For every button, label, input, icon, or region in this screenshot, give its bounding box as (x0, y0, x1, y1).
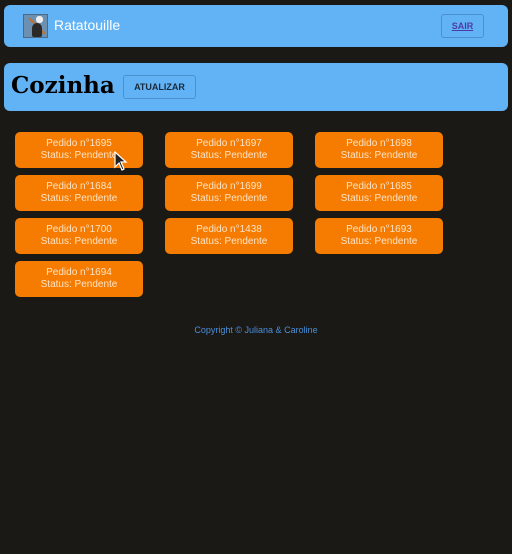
order-status: Status: Pendente (190, 236, 268, 247)
order-card[interactable]: Pedido n°1438 Status: Pendente (165, 218, 293, 254)
order-card[interactable]: Pedido n°1685 Status: Pendente (315, 175, 443, 211)
page-title: Cozinha (11, 72, 115, 99)
order-number: Pedido n°1699 (196, 181, 262, 192)
order-number: Pedido n°1438 (196, 224, 262, 235)
order-status: Status: Pendente (190, 150, 268, 161)
logout-button[interactable]: SAIR (441, 14, 484, 38)
order-card[interactable]: Pedido n°1693 Status: Pendente (315, 218, 443, 254)
order-number: Pedido n°1697 (196, 138, 262, 149)
ratatouille-logo-icon (23, 14, 48, 38)
refresh-button[interactable]: ATUALIZAR (123, 75, 196, 99)
order-status: Status: Pendente (340, 236, 418, 247)
order-number: Pedido n°1694 (46, 267, 112, 278)
order-number: Pedido n°1700 (46, 224, 112, 235)
order-number: Pedido n°1698 (346, 138, 412, 149)
order-status: Status: Pendente (40, 236, 118, 247)
order-number: Pedido n°1685 (346, 181, 412, 192)
order-status: Status: Pendente (340, 193, 418, 204)
order-card[interactable]: Pedido n°1700 Status: Pendente (15, 218, 143, 254)
order-status: Status: Pendente (190, 193, 268, 204)
order-card[interactable]: Pedido n°1699 Status: Pendente (165, 175, 293, 211)
order-number: Pedido n°1695 (46, 138, 112, 149)
app-title: Ratatouille (54, 17, 121, 33)
order-status: Status: Pendente (40, 279, 118, 290)
section-header: Cozinha ATUALIZAR (4, 63, 508, 111)
footer-copyright: Copyright © Juliana & Caroline (194, 325, 318, 335)
mouse-cursor-icon (114, 151, 128, 171)
order-status: Status: Pendente (40, 193, 118, 204)
order-status: Status: Pendente (340, 150, 418, 161)
order-card[interactable]: Pedido n°1697 Status: Pendente (165, 132, 293, 168)
order-card[interactable]: Pedido n°1698 Status: Pendente (315, 132, 443, 168)
order-number: Pedido n°1693 (346, 224, 412, 235)
order-card[interactable]: Pedido n°1684 Status: Pendente (15, 175, 143, 211)
top-navbar: Ratatouille SAIR (4, 5, 508, 47)
order-card[interactable]: Pedido n°1694 Status: Pendente (15, 261, 143, 297)
order-number: Pedido n°1684 (46, 181, 112, 192)
